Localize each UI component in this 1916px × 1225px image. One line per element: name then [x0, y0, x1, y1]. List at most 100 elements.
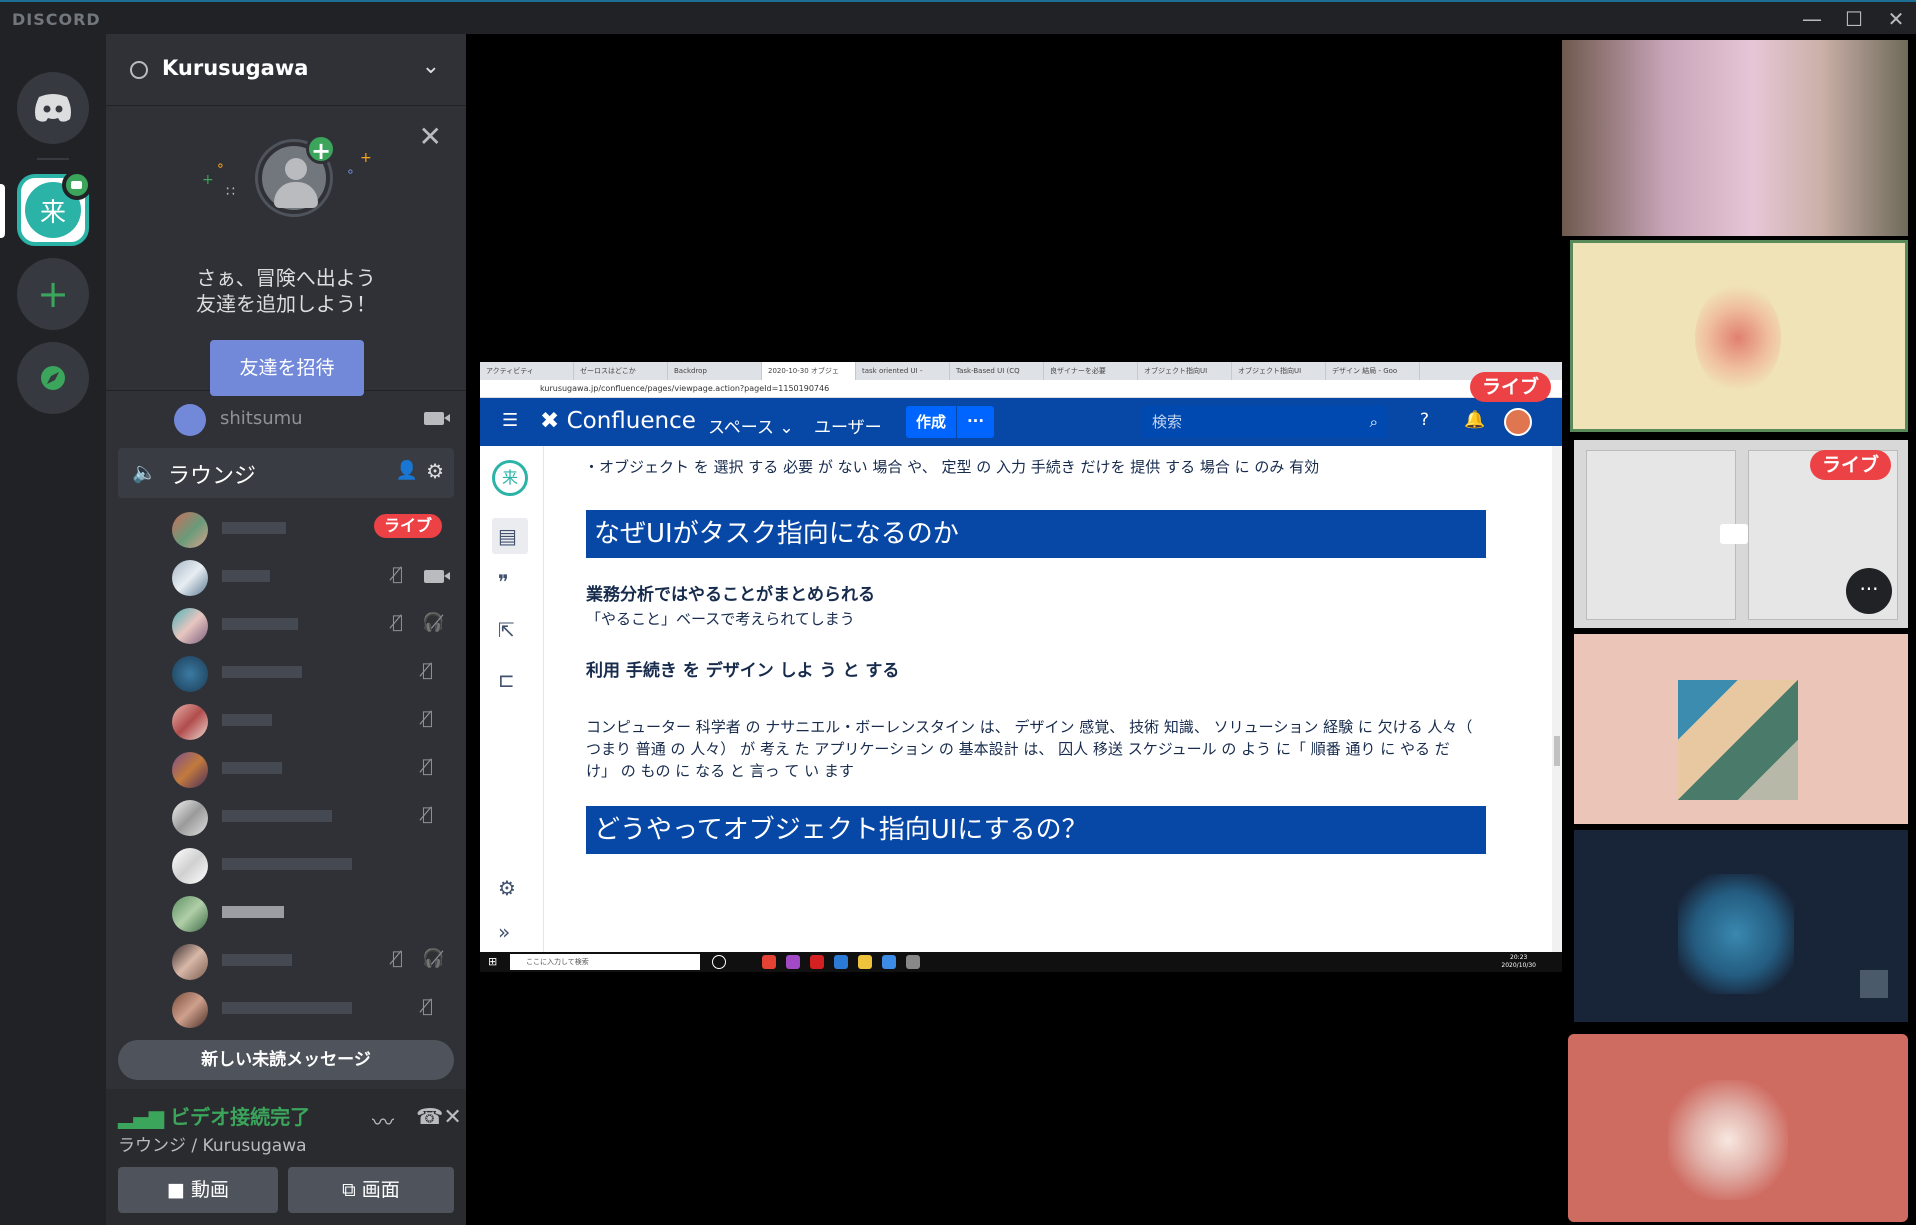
invite-to-channel-icon[interactable]: 👤 — [396, 460, 418, 481]
paragraph: 「やること」ベースで考えられてしまう — [586, 610, 855, 628]
blurred-username — [222, 522, 286, 534]
browser-tab[interactable]: Backdrop — [668, 362, 762, 380]
video-icon — [424, 570, 450, 583]
voice-member[interactable]: 🎙̸ — [106, 556, 466, 596]
settings-icon[interactable]: ⚙ — [498, 876, 516, 900]
edge-icon[interactable] — [834, 955, 848, 969]
mic-muted-icon: 🎙̸ — [392, 612, 403, 633]
minimize-button[interactable]: — — [1790, 4, 1834, 34]
voice-member[interactable]: 🎙̸ — [106, 748, 466, 788]
voice-channel-lounge[interactable]: 🔈 ラウンジ 👤 ⚙ — [118, 448, 454, 498]
menu-icon[interactable]: ☰ — [502, 410, 518, 431]
external-link-icon[interactable]: ⇱ — [498, 618, 515, 642]
app-icon[interactable] — [858, 955, 872, 969]
voice-member[interactable]: 🎙̸ — [106, 700, 466, 740]
sparkle-icon: + — [202, 172, 214, 188]
voice-member[interactable]: 🎙̸ 🎧̸ — [106, 940, 466, 980]
blurred-username — [222, 618, 298, 630]
close-window-button[interactable]: ✕ — [1874, 4, 1916, 34]
video-tile[interactable] — [1570, 240, 1908, 432]
page-scrollbar[interactable] — [1552, 446, 1562, 952]
browser-tab[interactable]: デザイン 結局 - Goo — [1326, 362, 1420, 380]
browser-tab-active[interactable]: 2020-10-30 オブジェ — [762, 362, 856, 380]
more-create-options-button[interactable]: ··· — [956, 406, 994, 438]
avatar — [172, 944, 208, 980]
cortana-icon[interactable] — [712, 955, 726, 969]
mic-muted-icon: 🎙̸ — [422, 660, 433, 681]
app-icon[interactable] — [786, 955, 800, 969]
server-header[interactable]: Kurusugawa ⌄ — [106, 34, 466, 106]
taskbar-clock: 20:23 2020/10/30 — [1501, 954, 1536, 969]
create-button[interactable]: 作成 — [906, 406, 956, 438]
browser-address-bar[interactable]: kurusugawa.jp/confluence/pages/viewpage.… — [480, 380, 1562, 398]
expand-sidebar-icon[interactable]: » — [498, 920, 510, 944]
browser-tab[interactable]: オブジェクト指向UI — [1232, 362, 1326, 380]
browser-tab[interactable]: task oriented UI - — [856, 362, 950, 380]
avatar — [172, 560, 208, 596]
video-tile[interactable] — [1568, 1034, 1908, 1222]
section-heading: どうやってオブジェクト指向UIにするの？ — [586, 806, 1486, 854]
screen-share-stream[interactable]: アクティビティ ゼーロスはどこか Backdrop 2020-10-30 オブジ… — [480, 362, 1562, 972]
chevron-down-icon: ⌄ — [421, 54, 440, 79]
chrome-icon[interactable] — [762, 955, 776, 969]
settings-icon[interactable] — [906, 955, 920, 969]
voice-location[interactable]: ラウンジ / Kurusugawa — [118, 1131, 307, 1156]
screen-share-button[interactable]: ⧉ 画面 — [288, 1167, 454, 1213]
confluence-search-input[interactable]: 検索 ⌕ — [1142, 406, 1388, 438]
video-tile[interactable] — [1574, 830, 1908, 1022]
confluence-logo[interactable]: ✖ Confluence — [540, 408, 696, 434]
quote-icon[interactable]: ❞ — [498, 570, 509, 594]
maximize-button[interactable]: ☐ — [1832, 4, 1876, 34]
noise-suppression-icon[interactable]: 〰 — [372, 1105, 394, 1137]
help-icon[interactable]: ? — [1420, 410, 1429, 430]
disconnect-call-icon[interactable]: ☎✕ — [416, 1105, 462, 1130]
voice-member[interactable]: 🎙̸ 🎧̸ — [106, 604, 466, 644]
browser-tab[interactable]: 良ザイナーを必要 — [1044, 362, 1138, 380]
add-server-button[interactable]: + — [17, 258, 89, 330]
video-icon — [1720, 524, 1748, 544]
video-tile[interactable] — [1574, 634, 1908, 824]
taskbar-search[interactable]: ここに入力して検索 — [510, 954, 700, 970]
profile-avatar[interactable] — [1504, 408, 1532, 436]
space-logo-icon[interactable]: 来 — [492, 460, 528, 496]
browser-tab[interactable]: Task-Based UI (CQ — [950, 362, 1044, 380]
confluence-page-content: ・オブジェクト を 選択 する 必要 が ない 場合 や、 定型 の 入力 手続… — [544, 446, 1544, 952]
video-tile[interactable] — [1562, 40, 1908, 236]
avatar — [172, 752, 208, 788]
title-bar: DISCORD — ☐ ✕ — [0, 0, 1916, 34]
blurred-username — [222, 570, 270, 582]
explore-servers-button[interactable] — [17, 342, 89, 414]
channel-shitsumu[interactable]: shitsumu — [106, 398, 466, 442]
new-unread-messages-banner[interactable]: 新しい未読メッセージ — [118, 1040, 454, 1080]
gear-icon[interactable]: ⚙ — [426, 459, 444, 483]
invite-friends-button[interactable]: 友達を招待 — [210, 340, 364, 396]
pages-icon[interactable]: ▤ — [498, 524, 517, 548]
windows-start-icon[interactable]: ⊞ — [488, 955, 497, 968]
browser-tab[interactable]: ゼーロスはどこか — [574, 362, 668, 380]
browser-tab[interactable]: アクティビティ — [480, 362, 574, 380]
blurred-username — [222, 858, 352, 870]
browser-tab[interactable]: オブジェクト指向UI — [1138, 362, 1232, 380]
nav-users[interactable]: ユーザー — [814, 413, 882, 438]
mic-muted-icon: 🎙̸ — [392, 564, 403, 585]
blurred-username — [222, 1002, 352, 1014]
nav-spaces[interactable]: スペース ⌄ — [708, 413, 794, 438]
voice-member[interactable] — [106, 892, 466, 932]
notifications-icon[interactable]: 🔔 — [1464, 410, 1485, 430]
voice-member[interactable]: ライブ — [106, 508, 466, 548]
windows-taskbar: ⊞ ここに入力して検索 20:23 2020/10/30 — [480, 952, 1562, 972]
video-toggle-button[interactable]: ■ 動画 — [118, 1167, 278, 1213]
more-options-button[interactable]: ··· — [1846, 568, 1892, 614]
voice-member[interactable]: 🎙̸ — [106, 988, 466, 1028]
voice-member[interactable]: 🎙̸ — [106, 652, 466, 692]
close-invite-panel-button[interactable]: ✕ — [419, 120, 442, 153]
app-icon[interactable] — [810, 955, 824, 969]
home-button[interactable] — [17, 72, 89, 144]
voice-member[interactable]: 🎙̸ — [106, 796, 466, 836]
voice-status: ▂▄▆ ビデオ接続完了 — [118, 1105, 311, 1129]
page-tree-icon[interactable]: ⊏ — [498, 668, 515, 692]
app-icon[interactable] — [882, 955, 896, 969]
video-tile-screen-share[interactable]: ライブ ··· — [1574, 440, 1908, 628]
live-badge: ライブ — [373, 514, 442, 538]
voice-member[interactable] — [106, 844, 466, 884]
